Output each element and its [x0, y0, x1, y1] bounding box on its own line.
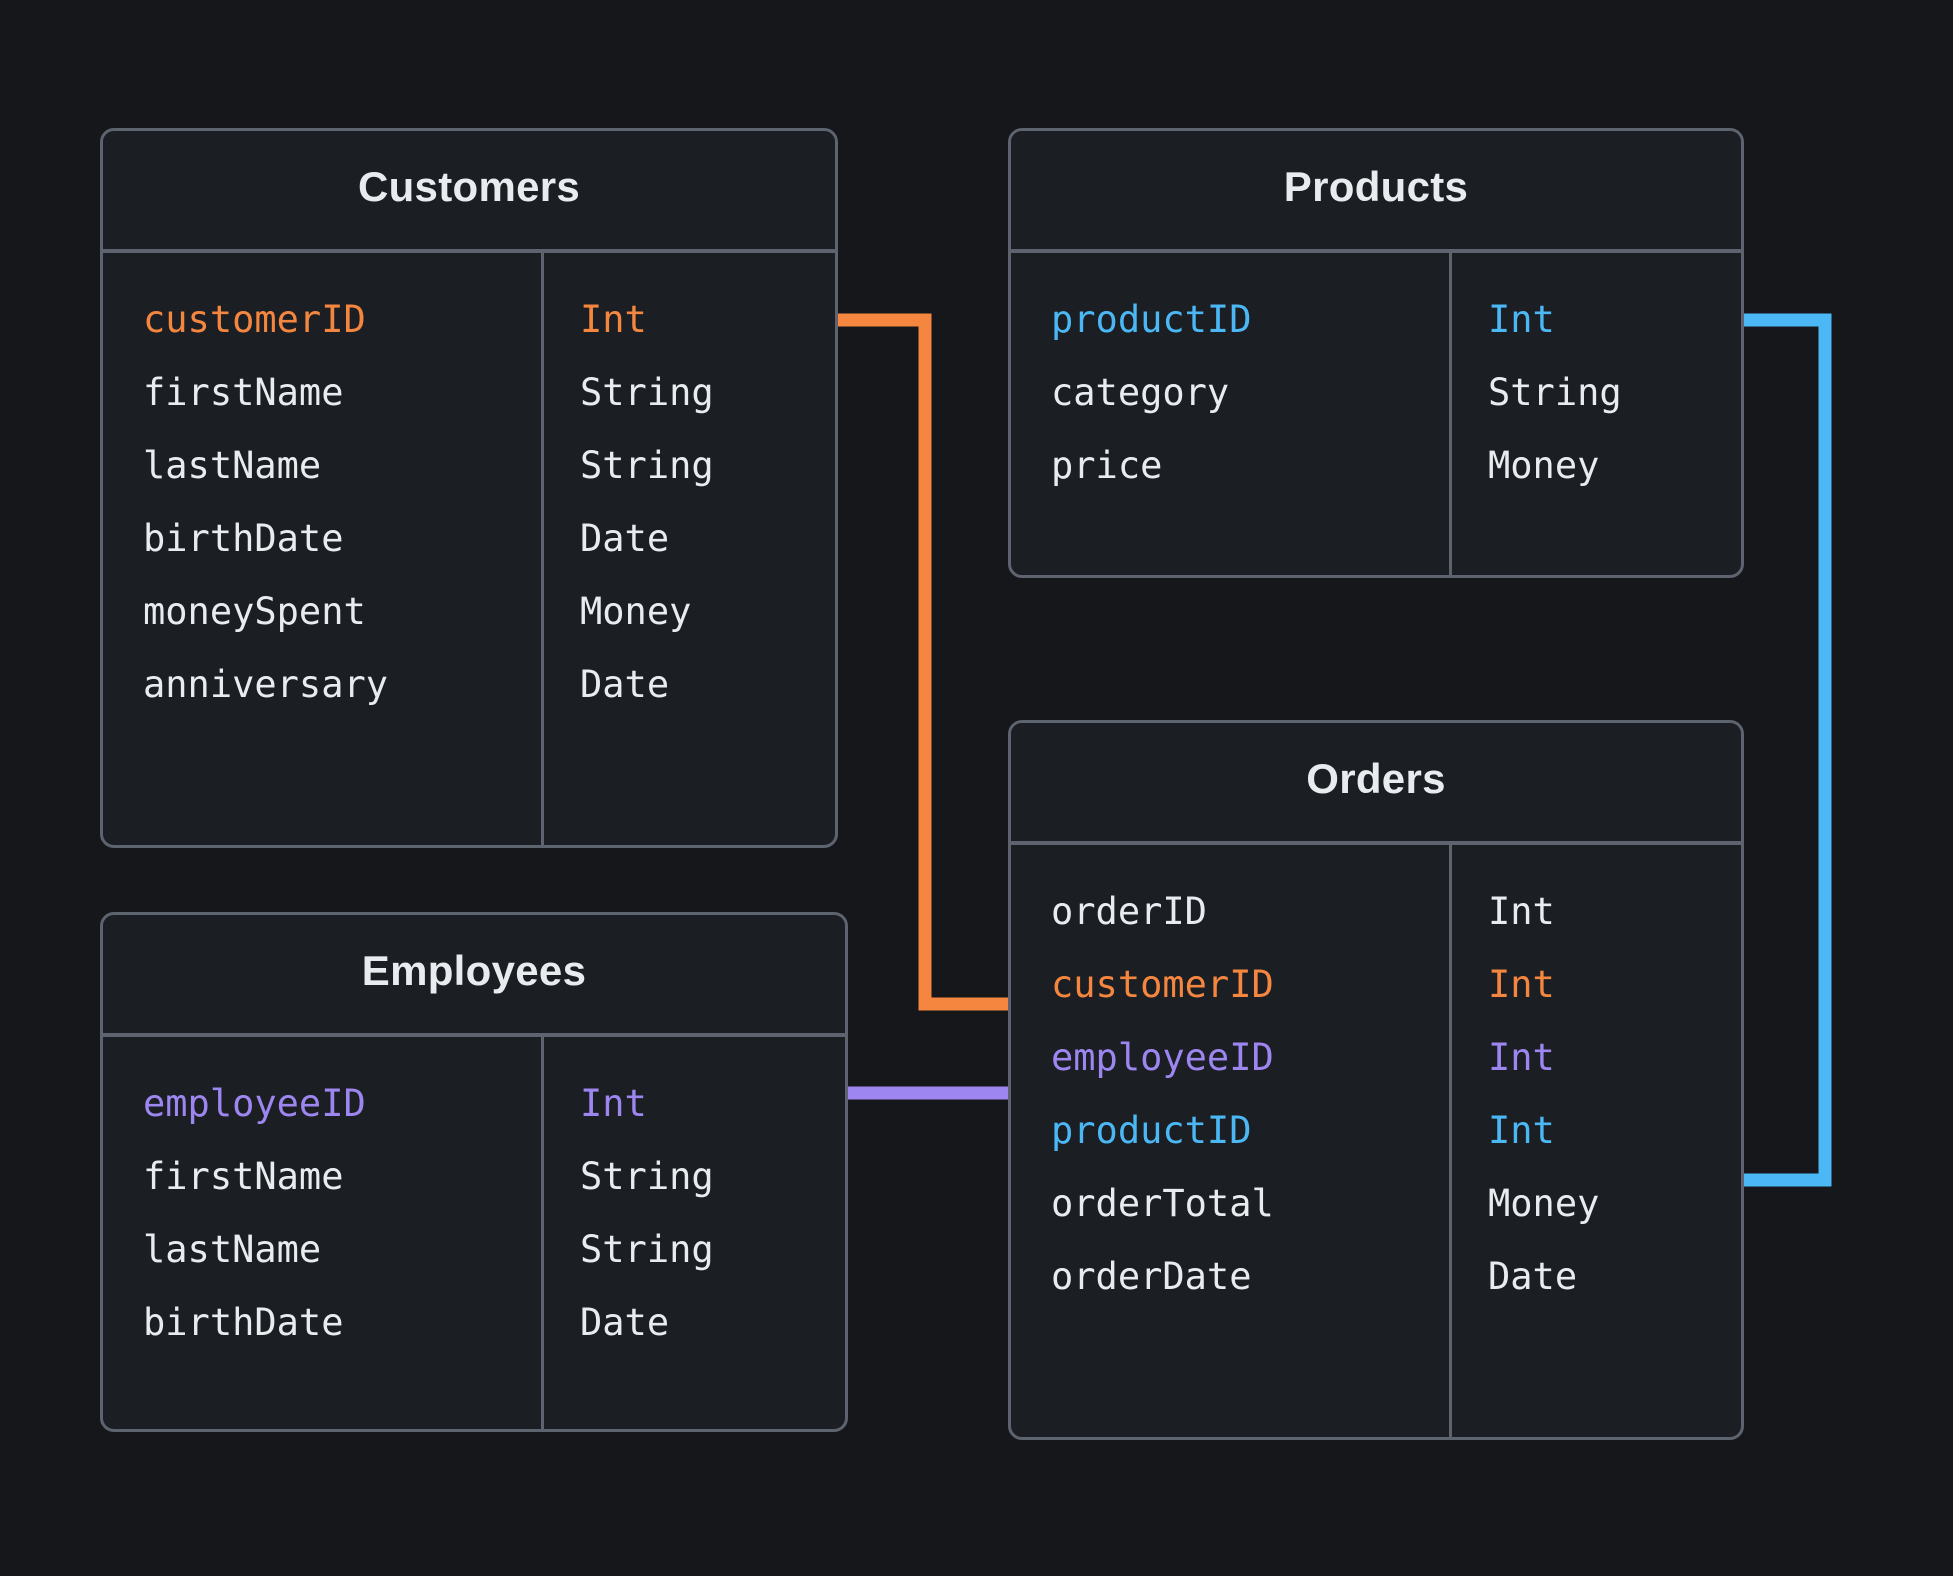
field-name[interactable]: price [1051, 429, 1449, 502]
field-type[interactable]: Money [1488, 1167, 1741, 1240]
field-name[interactable]: category [1051, 356, 1449, 429]
field-name[interactable]: orderID [1051, 875, 1449, 948]
entity-header-employees: Employees [103, 915, 845, 1037]
field-type[interactable]: String [580, 356, 835, 429]
entity-header-customers: Customers [103, 131, 835, 253]
field-name[interactable]: moneySpent [143, 575, 541, 648]
field-type[interactable]: Int [1488, 948, 1741, 1021]
field-type[interactable]: Date [580, 648, 835, 721]
entity-table-products[interactable]: Products productID category price Int String M… [1008, 128, 1744, 578]
entity-header-orders: Orders [1011, 723, 1741, 845]
field-type[interactable]: Money [580, 575, 835, 648]
field-name-column-customers: customerID firstName lastName birthDate mone… [103, 253, 541, 845]
field-name[interactable]: orderTotal [1051, 1167, 1449, 1240]
field-name[interactable]: employeeID [143, 1067, 541, 1140]
field-name-column-employees: employeeID firstName lastName birthDate [103, 1037, 541, 1429]
field-type[interactable]: Int [1488, 283, 1741, 356]
entity-table-employees[interactable]: Employees employeeID firstName lastName birt… [100, 912, 848, 1432]
field-name[interactable]: customerID [143, 283, 541, 356]
field-name-column-orders: orderID customerID employeeID productID orde… [1011, 845, 1449, 1437]
field-name[interactable]: firstName [143, 1140, 541, 1213]
field-name[interactable]: employeeID [1051, 1021, 1449, 1094]
er-diagram-canvas: Customers customerID firstName lastName birt… [0, 0, 1953, 1576]
entity-table-customers[interactable]: Customers customerID firstName lastName birt… [100, 128, 838, 848]
entity-body-orders: orderID customerID employeeID productID orde… [1011, 845, 1741, 1437]
field-type[interactable]: Int [580, 283, 835, 356]
field-type[interactable]: String [1488, 356, 1741, 429]
field-name[interactable]: productID [1051, 283, 1449, 356]
field-type-column-customers: Int String String Date Money Date [541, 253, 835, 845]
field-name[interactable]: orderDate [1051, 1240, 1449, 1313]
field-type-column-orders: Int Int Int Int Money Date [1449, 845, 1741, 1437]
field-type-column-employees: Int String String Date [541, 1037, 845, 1429]
entity-body-customers: customerID firstName lastName birthDate mone… [103, 253, 835, 845]
field-type[interactable]: Int [1488, 1021, 1741, 1094]
entity-header-products: Products [1011, 131, 1741, 253]
field-type[interactable]: Money [1488, 429, 1741, 502]
entity-body-products: productID category price Int String Money [1011, 253, 1741, 575]
entity-title-customers: Customers [357, 163, 581, 210]
field-type[interactable]: String [580, 1140, 845, 1213]
entity-title-products: Products [1283, 163, 1469, 210]
field-type[interactable]: Date [580, 1286, 845, 1359]
field-name[interactable]: lastName [143, 1213, 541, 1286]
entity-table-orders[interactable]: Orders orderID customerID employeeID product… [1008, 720, 1744, 1440]
edge-products-orders [1742, 313, 1832, 1187]
field-type[interactable]: String [580, 1213, 845, 1286]
entity-body-employees: employeeID firstName lastName birthDate Int S… [103, 1037, 845, 1429]
field-name[interactable]: birthDate [143, 1286, 541, 1359]
field-name[interactable]: anniversary [143, 648, 541, 721]
field-name-column-products: productID category price [1011, 253, 1449, 575]
field-type[interactable]: Int [580, 1067, 845, 1140]
field-name[interactable]: lastName [143, 429, 541, 502]
field-name[interactable]: productID [1051, 1094, 1449, 1167]
field-name[interactable]: firstName [143, 356, 541, 429]
edge-customers-orders [838, 313, 1010, 1011]
field-type[interactable]: String [580, 429, 835, 502]
field-type[interactable]: Date [580, 502, 835, 575]
entity-title-orders: Orders [1306, 755, 1446, 802]
field-type-column-products: Int String Money [1449, 253, 1741, 575]
field-type[interactable]: Int [1488, 875, 1741, 948]
entity-title-employees: Employees [361, 947, 587, 994]
field-type[interactable]: Int [1488, 1094, 1741, 1167]
field-name[interactable]: customerID [1051, 948, 1449, 1021]
field-name[interactable]: birthDate [143, 502, 541, 575]
field-type[interactable]: Date [1488, 1240, 1741, 1313]
